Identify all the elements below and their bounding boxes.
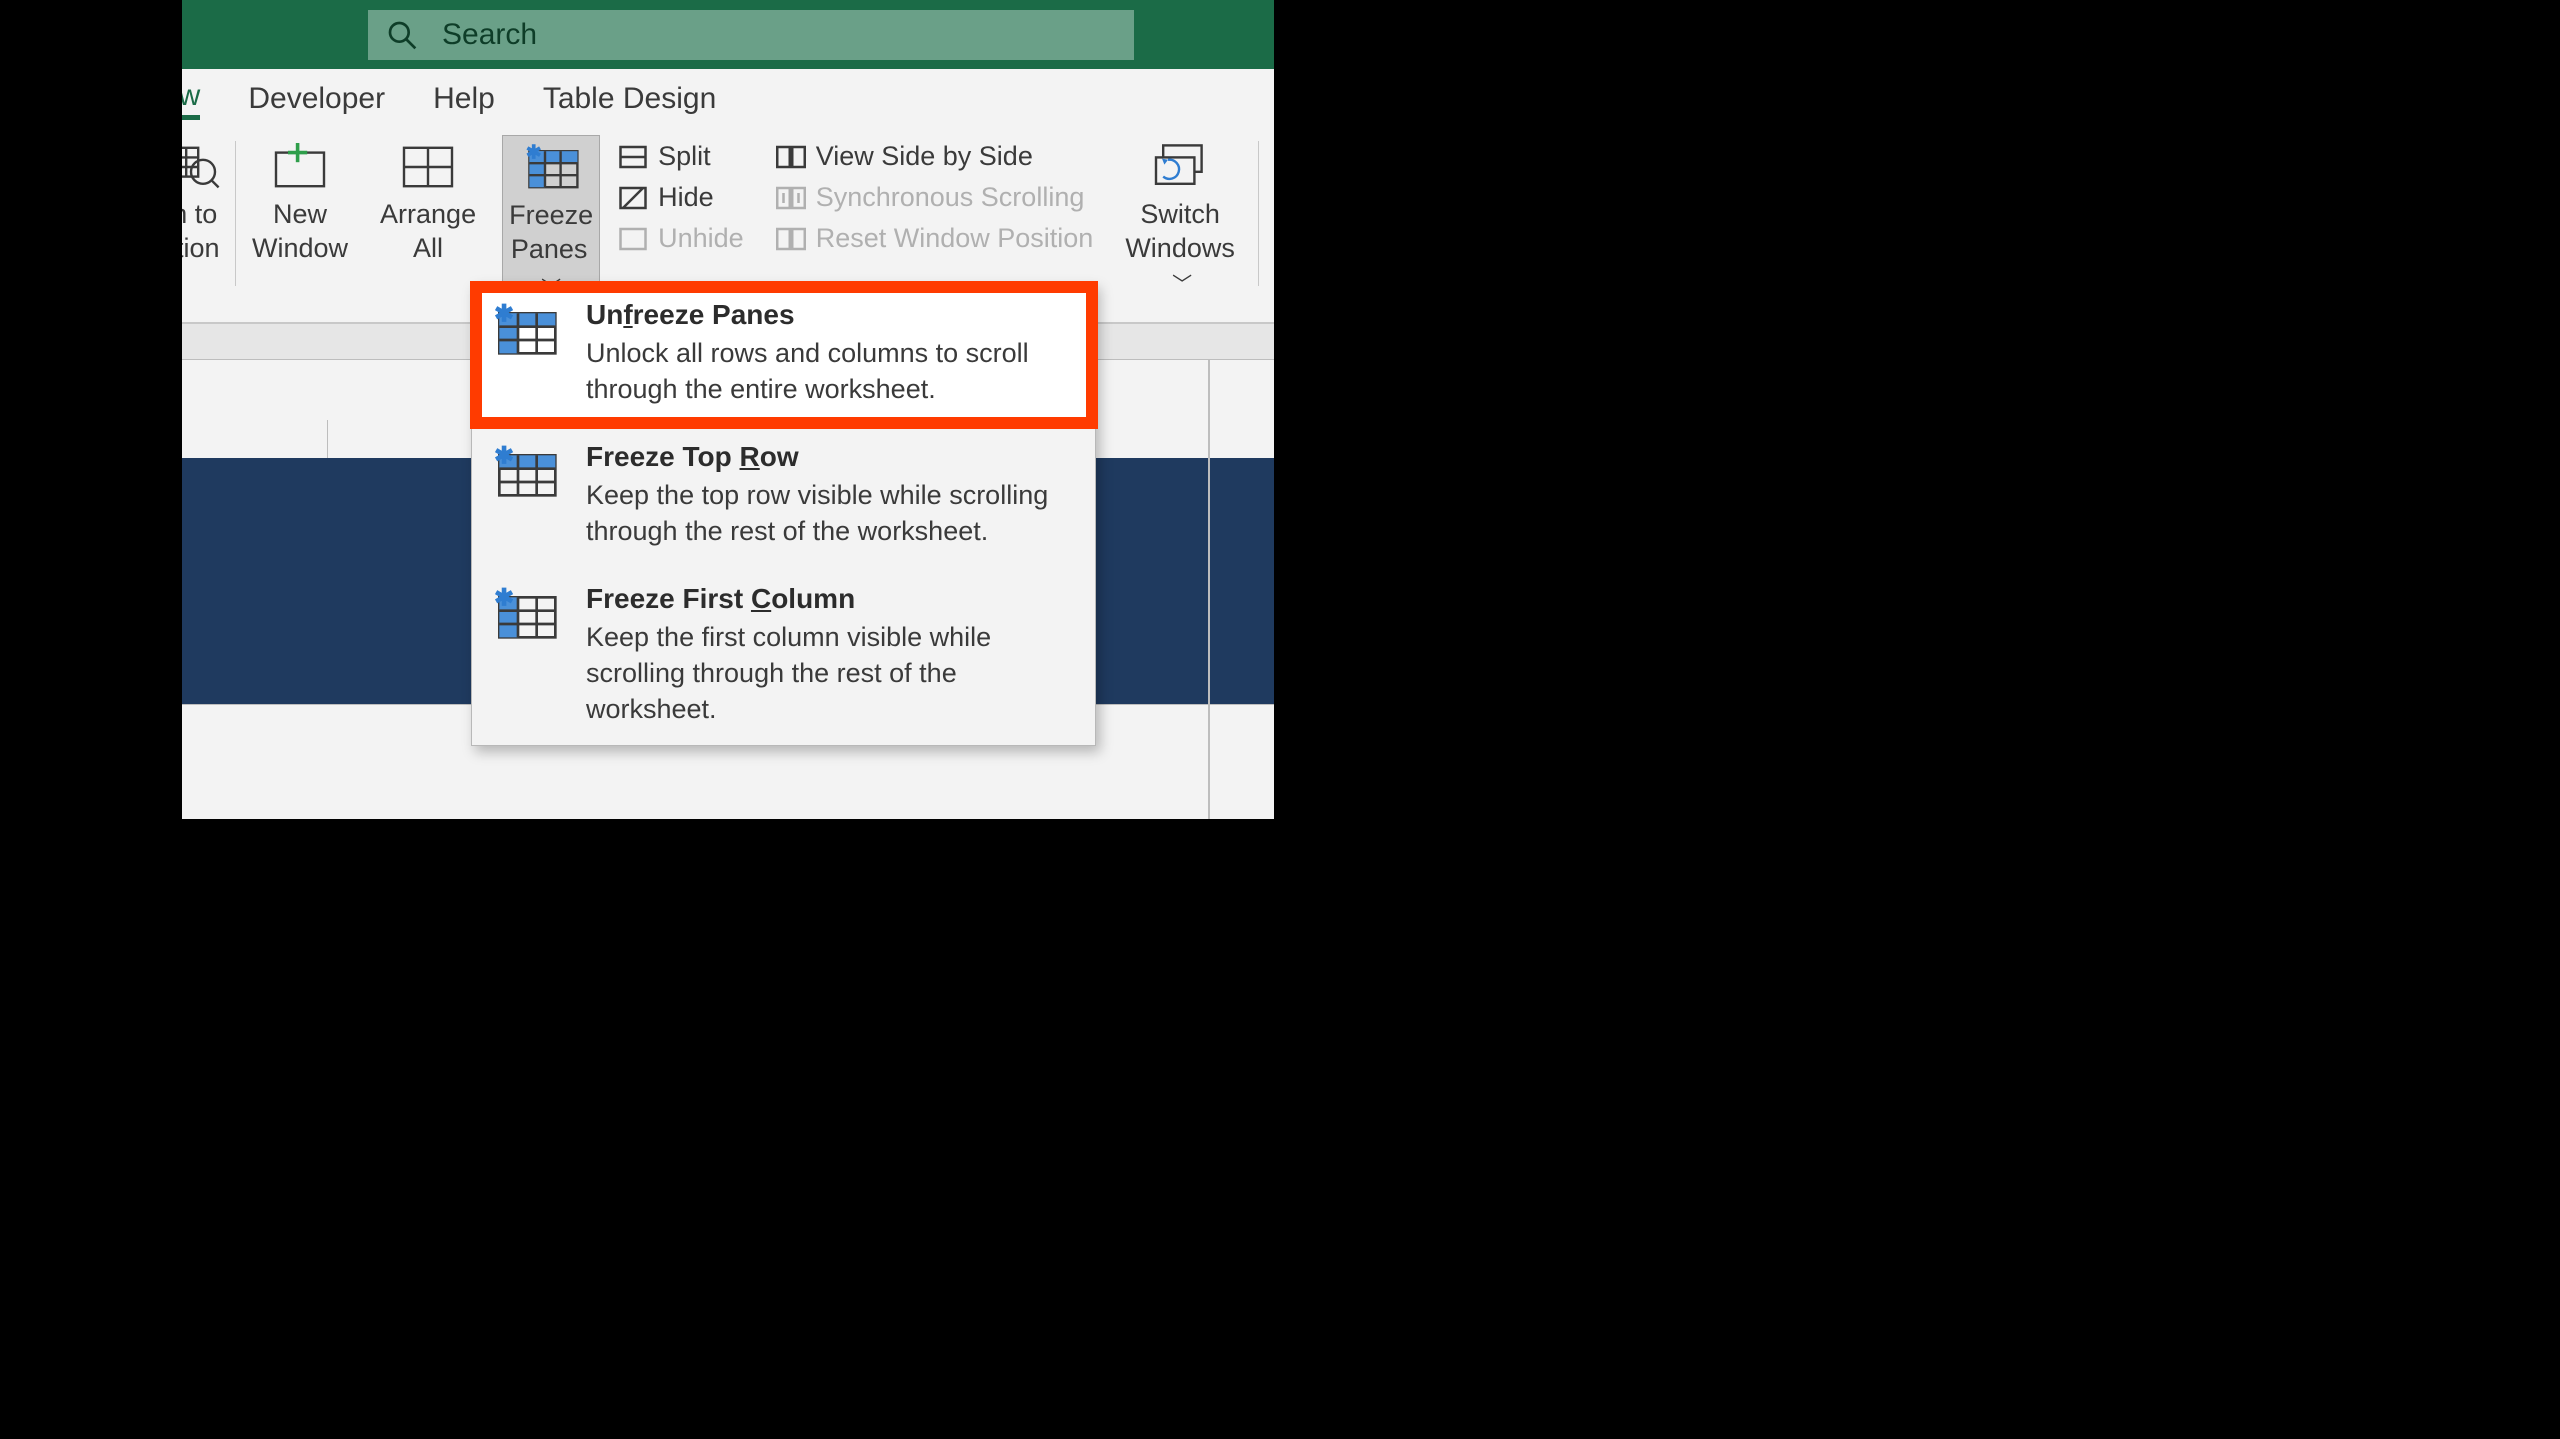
item-text: Freeze First Column Keep the first colum… (586, 583, 1073, 727)
arrange-all-button[interactable]: Arrange All (374, 135, 482, 285)
zoom-to-selection-button[interactable]: m to ction (182, 135, 226, 285)
unhide-icon (618, 224, 648, 254)
tab-help[interactable]: Help (433, 82, 495, 116)
tab-developer[interactable]: Developer (248, 82, 385, 116)
side-by-side-icon (776, 142, 806, 172)
label: View Side by Side (816, 141, 1033, 172)
freeze-panes-icon: ✱ (494, 303, 558, 361)
view-side-by-side-button[interactable]: View Side by Side (776, 141, 1094, 172)
label: Arrange (380, 197, 476, 231)
app-window: Search ew Developer Help Table Design m … (182, 0, 1274, 819)
freeze-panes-button[interactable]: ✱ Freeze Panes ﹀ (502, 135, 600, 285)
item-description: Unlock all rows and columns to scroll th… (586, 335, 1073, 407)
tab-view[interactable]: ew (182, 79, 200, 120)
titlebar: Search (182, 0, 1274, 69)
group-switch-windows: Switch Windows ﹀ (1101, 135, 1259, 322)
label: Split (658, 141, 711, 172)
zoom-icon (182, 143, 220, 191)
item-description: Keep the first column visible while scro… (586, 619, 1073, 727)
svg-text:✱: ✱ (526, 144, 542, 163)
label: Hide (658, 182, 714, 213)
new-window-button[interactable]: New Window (246, 135, 354, 285)
svg-text:✱: ✱ (494, 587, 514, 611)
freeze-top-row-icon: ✱ (494, 445, 558, 503)
item-text: Unfreeze Panes Unlock all rows and colum… (586, 299, 1073, 407)
item-description: Keep the top row visible while scrolling… (586, 477, 1073, 549)
freeze-panes-dropdown: ✱ Unfreeze Panes Unlock all rows and col… (471, 282, 1096, 746)
label: Reset Window Position (816, 223, 1094, 254)
group-zoom: m to ction (182, 135, 236, 322)
label: ction (182, 231, 220, 265)
group-macros: Ma Ma (1259, 135, 1274, 322)
split-button[interactable]: Split (618, 141, 744, 172)
switch-windows-button[interactable]: Switch Windows ﹀ (1119, 135, 1241, 285)
switch-windows-icon (1151, 143, 1209, 191)
tab-table-design[interactable]: Table Design (543, 82, 716, 116)
unhide-button: Unhide (618, 223, 744, 254)
freeze-top-row-item[interactable]: ✱ Freeze Top Row Keep the top row visibl… (472, 425, 1095, 567)
item-text: Freeze Top Row Keep the top row visible … (586, 441, 1073, 549)
label: Window (252, 231, 348, 265)
ribbon-tabs: ew Developer Help Table Design (182, 69, 1274, 129)
label: m to (182, 197, 217, 231)
item-title: Unfreeze Panes (586, 299, 1073, 331)
label: Windows ﹀ (1125, 231, 1235, 302)
split-icon (618, 142, 648, 172)
label: Switch (1140, 197, 1220, 231)
label: New (273, 197, 327, 231)
search-placeholder: Search (442, 18, 537, 52)
new-window-icon (271, 143, 329, 191)
svg-text:✱: ✱ (494, 303, 514, 327)
label: Freeze (509, 198, 593, 232)
item-title: Freeze First Column (586, 583, 1073, 615)
arrange-all-icon (399, 143, 457, 191)
hide-icon (618, 183, 648, 213)
reset-position-icon (776, 224, 806, 254)
column-border (1208, 360, 1210, 819)
unfreeze-panes-item[interactable]: ✱ Unfreeze Panes Unlock all rows and col… (472, 283, 1095, 425)
chevron-down-icon: ﹀ (1172, 274, 1192, 296)
sync-scroll-icon (776, 183, 806, 213)
svg-text:✱: ✱ (494, 445, 514, 469)
reset-window-position-button: Reset Window Position (776, 223, 1094, 254)
synchronous-scrolling-button: Synchronous Scrolling (776, 182, 1094, 213)
freeze-first-column-icon: ✱ (494, 587, 558, 645)
group-new-window: New Window (236, 135, 364, 322)
label: All (413, 231, 443, 265)
label: Synchronous Scrolling (816, 182, 1085, 213)
item-title: Freeze Top Row (586, 441, 1073, 473)
hide-button[interactable]: Hide (618, 182, 744, 213)
freeze-panes-icon: ✱ (522, 144, 580, 192)
search-box[interactable]: Search (368, 10, 1134, 60)
freeze-first-column-item[interactable]: ✱ Freeze First Column Keep the first col… (472, 567, 1095, 745)
label: Unhide (658, 223, 744, 254)
search-icon (386, 19, 418, 51)
macros-button[interactable]: Ma (1273, 135, 1274, 285)
